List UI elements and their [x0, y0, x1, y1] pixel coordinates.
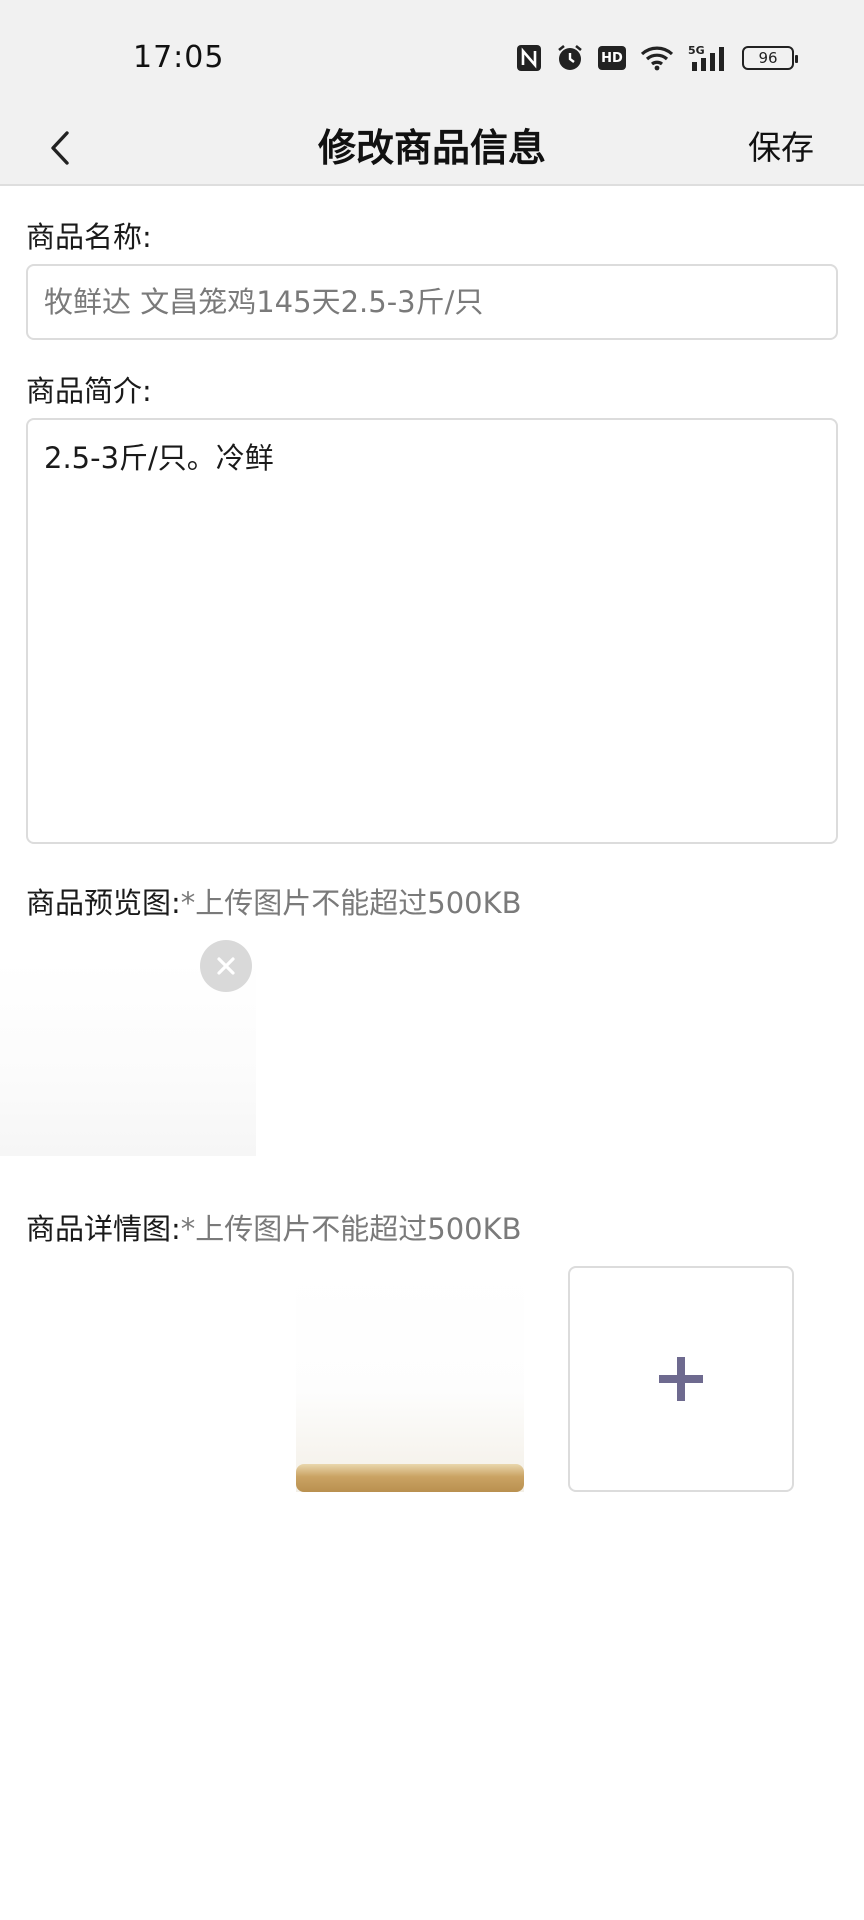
hd-icon: HD: [598, 46, 626, 70]
preview-image-label: 商品预览图:*上传图片不能超过500KB: [26, 880, 522, 922]
preview-image-hint: *上传图片不能超过500KB: [180, 886, 522, 920]
preview-image-title: 商品预览图:: [26, 886, 181, 920]
product-name-label: 商品名称:: [26, 220, 152, 254]
battery-icon: 96: [742, 46, 798, 70]
status-bar: 17:05 HD 5G 96: [0, 0, 864, 110]
detail-image-label: 商品详情图:*上传图片不能超过500KB: [26, 1206, 522, 1248]
network-label: 5G: [688, 44, 705, 57]
status-icons: HD 5G 96: [516, 42, 798, 74]
detail-image-thumbnail[interactable]: [296, 1270, 524, 1492]
battery-level: 96: [758, 49, 778, 67]
close-icon: [217, 957, 235, 975]
plus-icon: [659, 1357, 703, 1401]
nav-bar: 修改商品信息 保存: [0, 110, 864, 186]
chevron-left-icon: [51, 131, 69, 165]
wifi-icon: [640, 45, 674, 71]
alarm-icon: [556, 44, 584, 72]
detail-image-hint: *上传图片不能超过500KB: [180, 1212, 522, 1246]
nfc-icon: [516, 44, 542, 72]
delete-preview-image-button[interactable]: [200, 940, 252, 992]
page-title: 修改商品信息: [317, 126, 546, 170]
back-button[interactable]: [30, 118, 90, 178]
signal-5g-icon: 5G: [688, 44, 728, 72]
add-detail-image-button[interactable]: [568, 1266, 794, 1492]
detail-image-title: 商品详情图:: [26, 1212, 181, 1246]
save-button[interactable]: 保存: [748, 110, 814, 186]
status-time: 17:05: [133, 40, 225, 75]
product-description-label: 商品简介:: [26, 374, 152, 408]
product-description-input[interactable]: 2.5-3斤/只。冷鲜: [26, 418, 838, 844]
food-image: [296, 1464, 524, 1492]
product-name-input[interactable]: 牧鲜达 文昌笼鸡145天2.5-3斤/只: [26, 264, 838, 340]
